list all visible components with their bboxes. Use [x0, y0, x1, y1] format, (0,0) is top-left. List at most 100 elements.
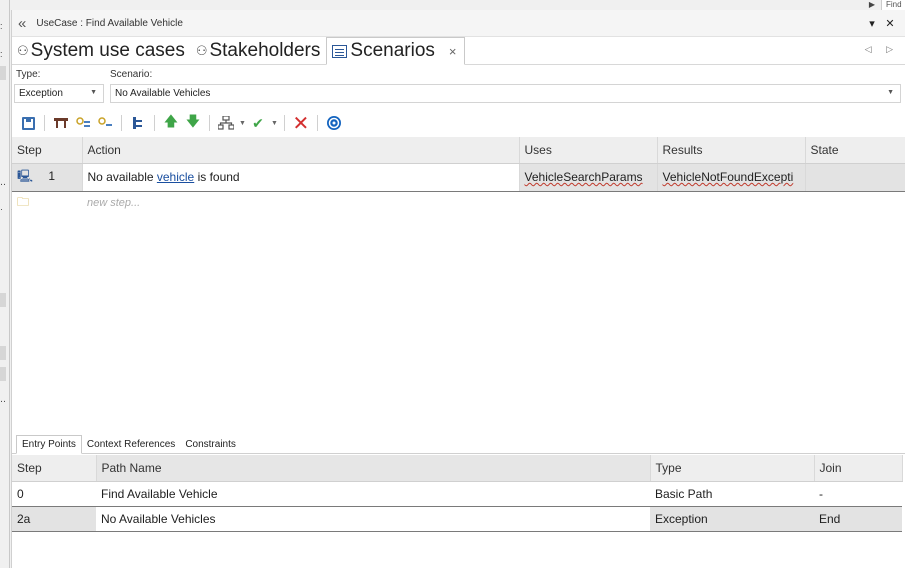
toolbar-separator: [44, 115, 45, 131]
type-select-value: Exception: [19, 88, 63, 99]
tab-label: Stakeholders: [209, 39, 321, 61]
new-step-row[interactable]: 🗀 new step...: [12, 191, 905, 215]
column-header[interactable]: Results: [657, 137, 806, 164]
column-header[interactable]: Step: [12, 455, 97, 482]
column-header[interactable]: State: [805, 137, 905, 164]
empty-cell: [805, 191, 905, 215]
window-title: UseCase : Find Available Vehicle: [36, 17, 183, 29]
uses-value: VehicleSearchParams: [524, 170, 643, 184]
document-icon: [332, 44, 348, 58]
new-step-icon-cell: 🗀: [12, 191, 82, 215]
paths-header-row: Step Path Name Type Join: [12, 455, 903, 482]
dock-marker[interactable]: [0, 346, 6, 360]
chevron-down-icon: ▼: [887, 89, 894, 96]
help-icon[interactable]: [324, 113, 344, 133]
step-number: 1: [48, 168, 56, 183]
tab-stakeholders[interactable]: ⚇ Stakeholders: [191, 37, 327, 64]
path-type: Basic Path: [655, 486, 713, 501]
tab-entry-points[interactable]: Entry Points: [16, 435, 82, 454]
action-cell[interactable]: No available vehicle is found: [82, 162, 520, 192]
table-row[interactable]: 0 Find Available Vehicle Basic Path -: [12, 481, 902, 506]
empty-cell: [519, 191, 657, 215]
uses-cell[interactable]: VehicleSearchParams: [519, 162, 658, 192]
tab-label: Scenarios: [350, 40, 435, 61]
scenario-fields: Type: Scenario: Exception ▼ No Available…: [12, 65, 905, 109]
action-text: No available: [87, 170, 157, 184]
tab-label: System use cases: [30, 39, 185, 61]
table-row[interactable]: 🖳 1 No available vehicle is found Vehicl…: [12, 162, 905, 192]
actor-icon[interactable]: [95, 113, 115, 133]
collapse-icon[interactable]: «: [18, 16, 26, 31]
window-titlebar: « UseCase : Find Available Vehicle ▾ ✕: [12, 10, 905, 37]
tab-close-icon[interactable]: ×: [449, 44, 457, 59]
dock-marker[interactable]: [0, 66, 6, 80]
chevron-down-icon[interactable]: ▼: [271, 120, 278, 127]
computer-icon: 🖳: [17, 168, 34, 183]
usecase-window: « UseCase : Find Available Vehicle ▾ ✕ ⚇…: [11, 10, 905, 568]
dock-marker[interactable]: [0, 367, 6, 381]
actors-icon: ⚇: [195, 42, 208, 58]
top-strip: ▶ Find: [10, 0, 905, 10]
steps-table: Step Action Uses Results State 🖳 1 No av…: [12, 137, 905, 215]
results-cell[interactable]: VehicleNotFoundExcepti: [657, 162, 806, 192]
save-icon[interactable]: [18, 113, 38, 133]
vehicle-link[interactable]: vehicle: [157, 170, 194, 184]
actors-icon: ⚇: [17, 42, 29, 58]
column-header[interactable]: Path Name: [96, 455, 651, 482]
results-value: VehicleNotFoundExcepti: [662, 170, 794, 184]
structure-icon[interactable]: [128, 113, 148, 133]
generate-icon[interactable]: [216, 113, 236, 133]
column-header[interactable]: Join: [814, 455, 903, 482]
entry-points-table: Step Path Name Type Join 0 Find Availabl…: [12, 455, 903, 532]
dock-grip-icon: ‥: [0, 394, 7, 404]
scenario-select-value: No Available Vehicles: [115, 88, 211, 99]
window-menu-icon[interactable]: ▾: [863, 17, 881, 30]
chevron-down-icon: ▼: [90, 89, 97, 96]
toolbar-separator: [121, 115, 122, 131]
dock-marker[interactable]: [0, 293, 6, 307]
type-select[interactable]: Exception ▼: [14, 84, 104, 103]
new-step-cell[interactable]: new step...: [82, 191, 519, 215]
dock-grip-icon: :: [0, 21, 3, 31]
tab-system-use-cases[interactable]: ⚇ System use cases: [12, 37, 191, 64]
column-header[interactable]: Type: [650, 455, 815, 482]
close-icon[interactable]: ✕: [881, 17, 899, 30]
link-icon[interactable]: [51, 113, 71, 133]
dock-grip-icon: ·: [0, 204, 3, 214]
validate-icon[interactable]: ✔: [248, 113, 268, 133]
path-name: Find Available Vehicle: [101, 486, 218, 501]
steps-header-row: Step Action Uses Results State: [12, 137, 905, 164]
action-text: is found: [194, 170, 240, 184]
scenario-toolbar: 🡅 🡇 ▼ ✔ ▼ ✕: [12, 109, 905, 137]
step-cell[interactable]: 🖳 1: [12, 162, 83, 192]
column-header[interactable]: Uses: [519, 137, 658, 164]
view-tabs: ⚇ System use cases ⚇ Stakeholders Scenar…: [12, 37, 905, 65]
dock-grip-icon: ‥: [0, 177, 7, 187]
table-row[interactable]: 2a No Available Vehicles Exception End: [12, 505, 902, 532]
delete-icon[interactable]: ✕: [291, 113, 311, 135]
add-actor-icon[interactable]: [73, 113, 93, 133]
dock-grip-icon: :: [0, 49, 3, 59]
toolbar-separator: [154, 115, 155, 131]
left-dock-strip: : : ‥ · ‥: [0, 0, 10, 568]
path-join: -: [819, 486, 823, 501]
column-header[interactable]: Step: [12, 137, 83, 164]
detail-tabs: Entry Points Context References Constrai…: [12, 433, 905, 454]
chevron-down-icon[interactable]: ▼: [239, 120, 246, 127]
tab-scroll-icons[interactable]: ◁ ▷: [865, 44, 899, 55]
path-step: 2a: [12, 505, 96, 532]
move-up-icon[interactable]: 🡅: [161, 113, 181, 133]
state-cell[interactable]: [805, 162, 905, 192]
column-header[interactable]: Action: [82, 137, 520, 164]
tab-scenarios[interactable]: Scenarios ×: [326, 37, 466, 65]
scenario-select[interactable]: No Available Vehicles ▼: [110, 84, 901, 103]
tab-constraints[interactable]: Constraints: [180, 436, 241, 453]
move-down-icon[interactable]: 🡇: [183, 113, 203, 133]
path-type: Exception: [650, 505, 814, 532]
tab-context-references[interactable]: Context References: [82, 436, 180, 453]
find-field[interactable]: Find: [881, 0, 905, 10]
type-label: Type:: [16, 69, 41, 80]
path-name: No Available Vehicles: [96, 505, 650, 532]
new-step-icon: 🗀: [17, 194, 30, 209]
empty-cell: [657, 191, 805, 215]
